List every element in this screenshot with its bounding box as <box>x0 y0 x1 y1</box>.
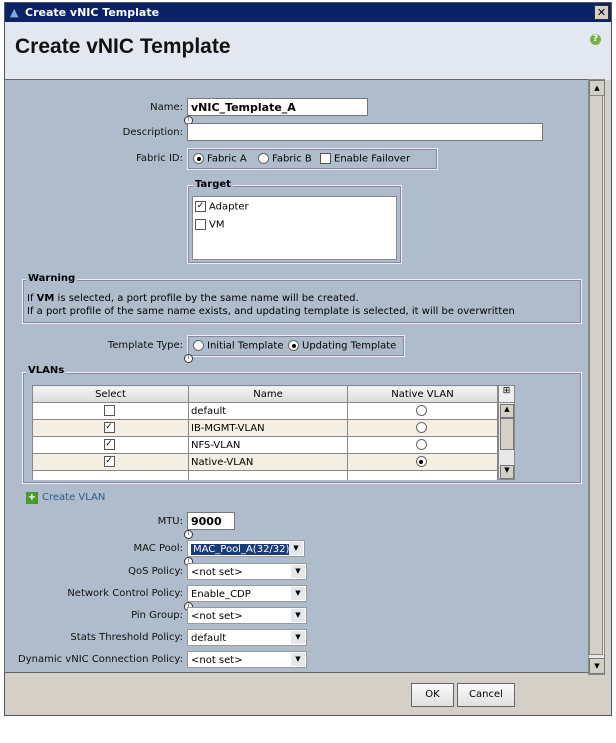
network-control-policy-label: Network Control Policy: <box>67 588 183 599</box>
native-vlan-radio[interactable] <box>415 456 427 468</box>
vlan-select-checkbox[interactable] <box>103 405 115 417</box>
template-type-group: Initial Template Updating Template <box>187 335 405 357</box>
description-label: Description: <box>122 127 183 138</box>
vlan-select-checkbox[interactable]: ✓ <box>103 439 115 451</box>
window-title: Create vNIC Template <box>25 6 160 19</box>
pin-group-select[interactable]: <not set> ▼ <box>187 607 307 624</box>
fabric-id-group: Fabric A Fabric B Enable Failover <box>187 148 438 170</box>
column-header-name[interactable]: Name <box>188 385 348 403</box>
warning-line-1: If VM is selected, a port profile by the… <box>27 293 359 304</box>
dialog-header: Create vNIC Template ? <box>5 22 611 80</box>
cancel-button[interactable]: Cancel <box>457 683 515 707</box>
vlan-table: Select Name Native VLAN default ✓ IB-MGMT-V… <box>32 385 498 480</box>
warning-line-2: If a port profile of the same name exist… <box>27 306 515 317</box>
vlans-title: VLANs <box>26 365 67 376</box>
warning-title: Warning <box>26 273 78 284</box>
fabric-b-radio[interactable]: Fabric B <box>258 153 312 165</box>
chevron-down-icon: ▼ <box>291 587 305 600</box>
vlan-select-checkbox[interactable]: ✓ <box>103 456 115 468</box>
info-icon: i <box>184 354 193 363</box>
close-button[interactable]: ✕ <box>594 5 609 20</box>
ok-button[interactable]: OK <box>411 683 454 707</box>
chevron-down-icon: ▼ <box>291 631 305 644</box>
table-row: ✓ IB-MGMT-VLAN <box>32 419 498 437</box>
name-label: Name: <box>150 102 183 113</box>
scroll-up-icon[interactable]: ▲ <box>589 80 605 96</box>
title-bar: ▲ Create vNIC Template ✕ <box>5 3 611 22</box>
vlan-name: Native-VLAN <box>188 453 348 471</box>
scroll-thumb[interactable] <box>589 95 603 655</box>
native-vlan-radio[interactable] <box>415 405 427 417</box>
name-input[interactable]: vNIC_Template_A <box>187 98 368 116</box>
scroll-thumb[interactable] <box>500 418 514 450</box>
updating-template-radio[interactable]: Updating Template <box>288 340 396 352</box>
column-header-select[interactable]: Select <box>32 385 189 403</box>
target-title: Target <box>193 179 233 190</box>
mtu-input[interactable]: 9000 <box>187 512 235 530</box>
warning-group: If VM is selected, a port profile by the… <box>22 279 582 324</box>
vlan-table-container: Select Name Native VLAN default ✓ IB-MGMT-V… <box>32 385 498 480</box>
scroll-down-icon[interactable]: ▼ <box>500 465 514 479</box>
mac-pool-label: MAC Pool: <box>133 543 183 554</box>
vertical-scrollbar[interactable]: ▲ ▼ <box>588 79 605 675</box>
table-row: ✓ Native-VLAN <box>32 453 498 471</box>
qos-policy-label: QoS Policy: <box>128 566 183 577</box>
fabric-id-label: Fabric ID: <box>136 153 183 164</box>
chevron-down-icon: ▼ <box>291 565 305 578</box>
vlan-name: IB-MGMT-VLAN <box>188 419 348 437</box>
stats-threshold-policy-select[interactable]: default ▼ <box>187 629 307 646</box>
initial-template-radio[interactable]: Initial Template <box>193 340 283 352</box>
help-icon[interactable]: ? <box>590 34 601 45</box>
column-chooser-icon[interactable]: ⊞ <box>499 386 514 403</box>
app-icon: ▲ <box>10 6 19 19</box>
chevron-down-icon: ▼ <box>291 653 305 666</box>
vlan-name: default <box>188 402 348 420</box>
target-vm-checkbox[interactable]: VM <box>195 219 224 231</box>
page-title: Create vNIC Template <box>15 35 231 58</box>
native-vlan-radio[interactable] <box>415 422 427 434</box>
pin-group-label: Pin Group: <box>131 610 183 621</box>
mtu-label: MTU: <box>157 516 183 527</box>
create-vlan-link[interactable]: + Create VLAN <box>26 492 105 504</box>
target-list: ✓ Adapter VM <box>192 196 397 260</box>
template-type-label: Template Type: <box>107 340 183 351</box>
chevron-down-icon: ▼ <box>291 609 305 622</box>
vlan-table-scrollbar[interactable]: ⊞ ▲ ▼ <box>498 385 515 480</box>
dynamic-vnic-connection-policy-label: Dynamic vNIC Connection Policy: <box>18 654 183 665</box>
column-header-native-vlan[interactable]: Native VLAN <box>347 385 498 403</box>
scroll-up-icon[interactable]: ▲ <box>500 404 514 418</box>
description-input[interactable] <box>187 123 543 141</box>
stats-threshold-policy-label: Stats Threshold Policy: <box>70 632 183 643</box>
info-icon: i <box>184 530 193 539</box>
native-vlan-radio[interactable] <box>415 439 427 451</box>
mac-pool-select[interactable]: MAC_Pool_A(32/32) ▼ <box>187 540 305 557</box>
chevron-down-icon: ▼ <box>289 542 303 555</box>
fabric-a-radio[interactable]: Fabric A <box>193 153 247 165</box>
table-row: default <box>32 402 498 420</box>
network-control-policy-select[interactable]: Enable_CDP ▼ <box>187 585 307 602</box>
qos-policy-select[interactable]: <not set> ▼ <box>187 563 307 580</box>
plus-icon: + <box>26 492 38 504</box>
scroll-down-icon[interactable]: ▼ <box>589 658 605 674</box>
vlan-select-checkbox[interactable]: ✓ <box>103 422 115 434</box>
enable-failover-checkbox[interactable]: Enable Failover <box>320 153 410 165</box>
vlan-name: NFS-VLAN <box>188 436 348 454</box>
table-row: ✓ NFS-VLAN <box>32 436 498 454</box>
dynamic-vnic-connection-policy-select[interactable]: <not set> ▼ <box>187 651 307 668</box>
target-adapter-checkbox[interactable]: ✓ Adapter <box>195 201 249 213</box>
table-row <box>32 470 498 480</box>
